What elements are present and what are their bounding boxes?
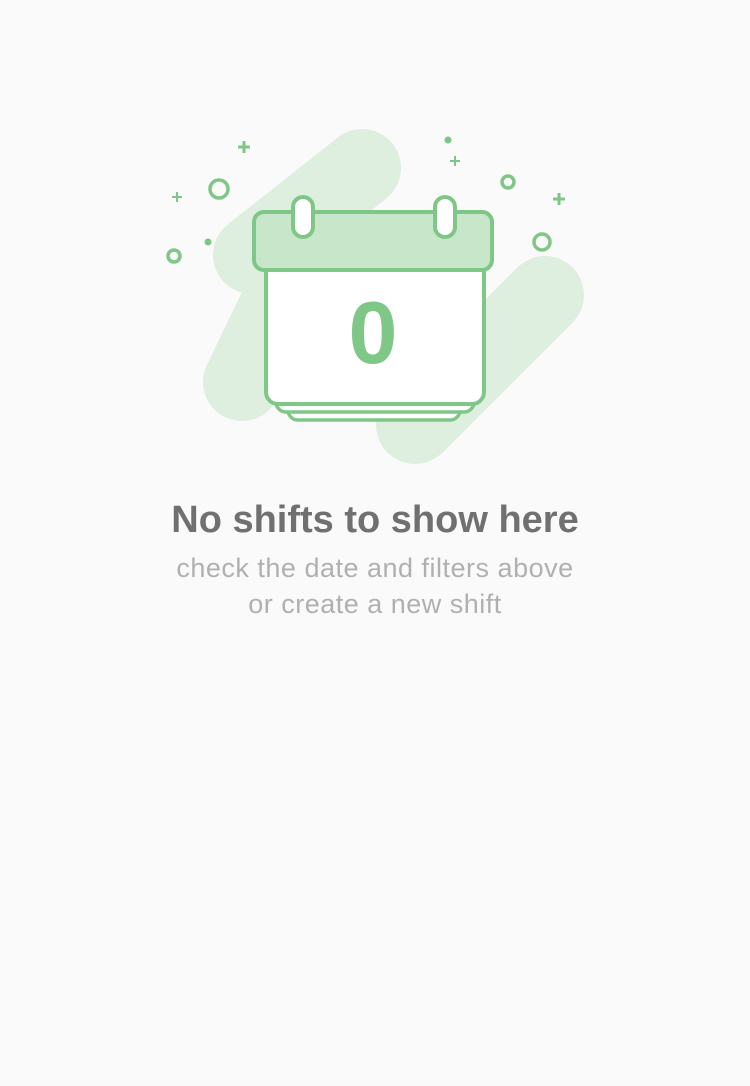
empty-state-screen: 0 No shifts to show here check the date … [0, 0, 750, 1086]
empty-state-illustration: 0 [150, 120, 600, 480]
calendar-ring-left [291, 195, 315, 239]
empty-state-title: No shifts to show here [171, 499, 579, 541]
empty-state-subtitle: check the date and filters above or crea… [0, 550, 750, 622]
empty-state-subtitle-line-2: or create a new shift [248, 589, 502, 619]
calendar-zero-icon: 0 [166, 129, 584, 464]
calendar-ring-right [433, 195, 457, 239]
calendar-number: 0 [349, 283, 398, 382]
empty-state-subtitle-line-1: check the date and filters above [176, 553, 574, 583]
